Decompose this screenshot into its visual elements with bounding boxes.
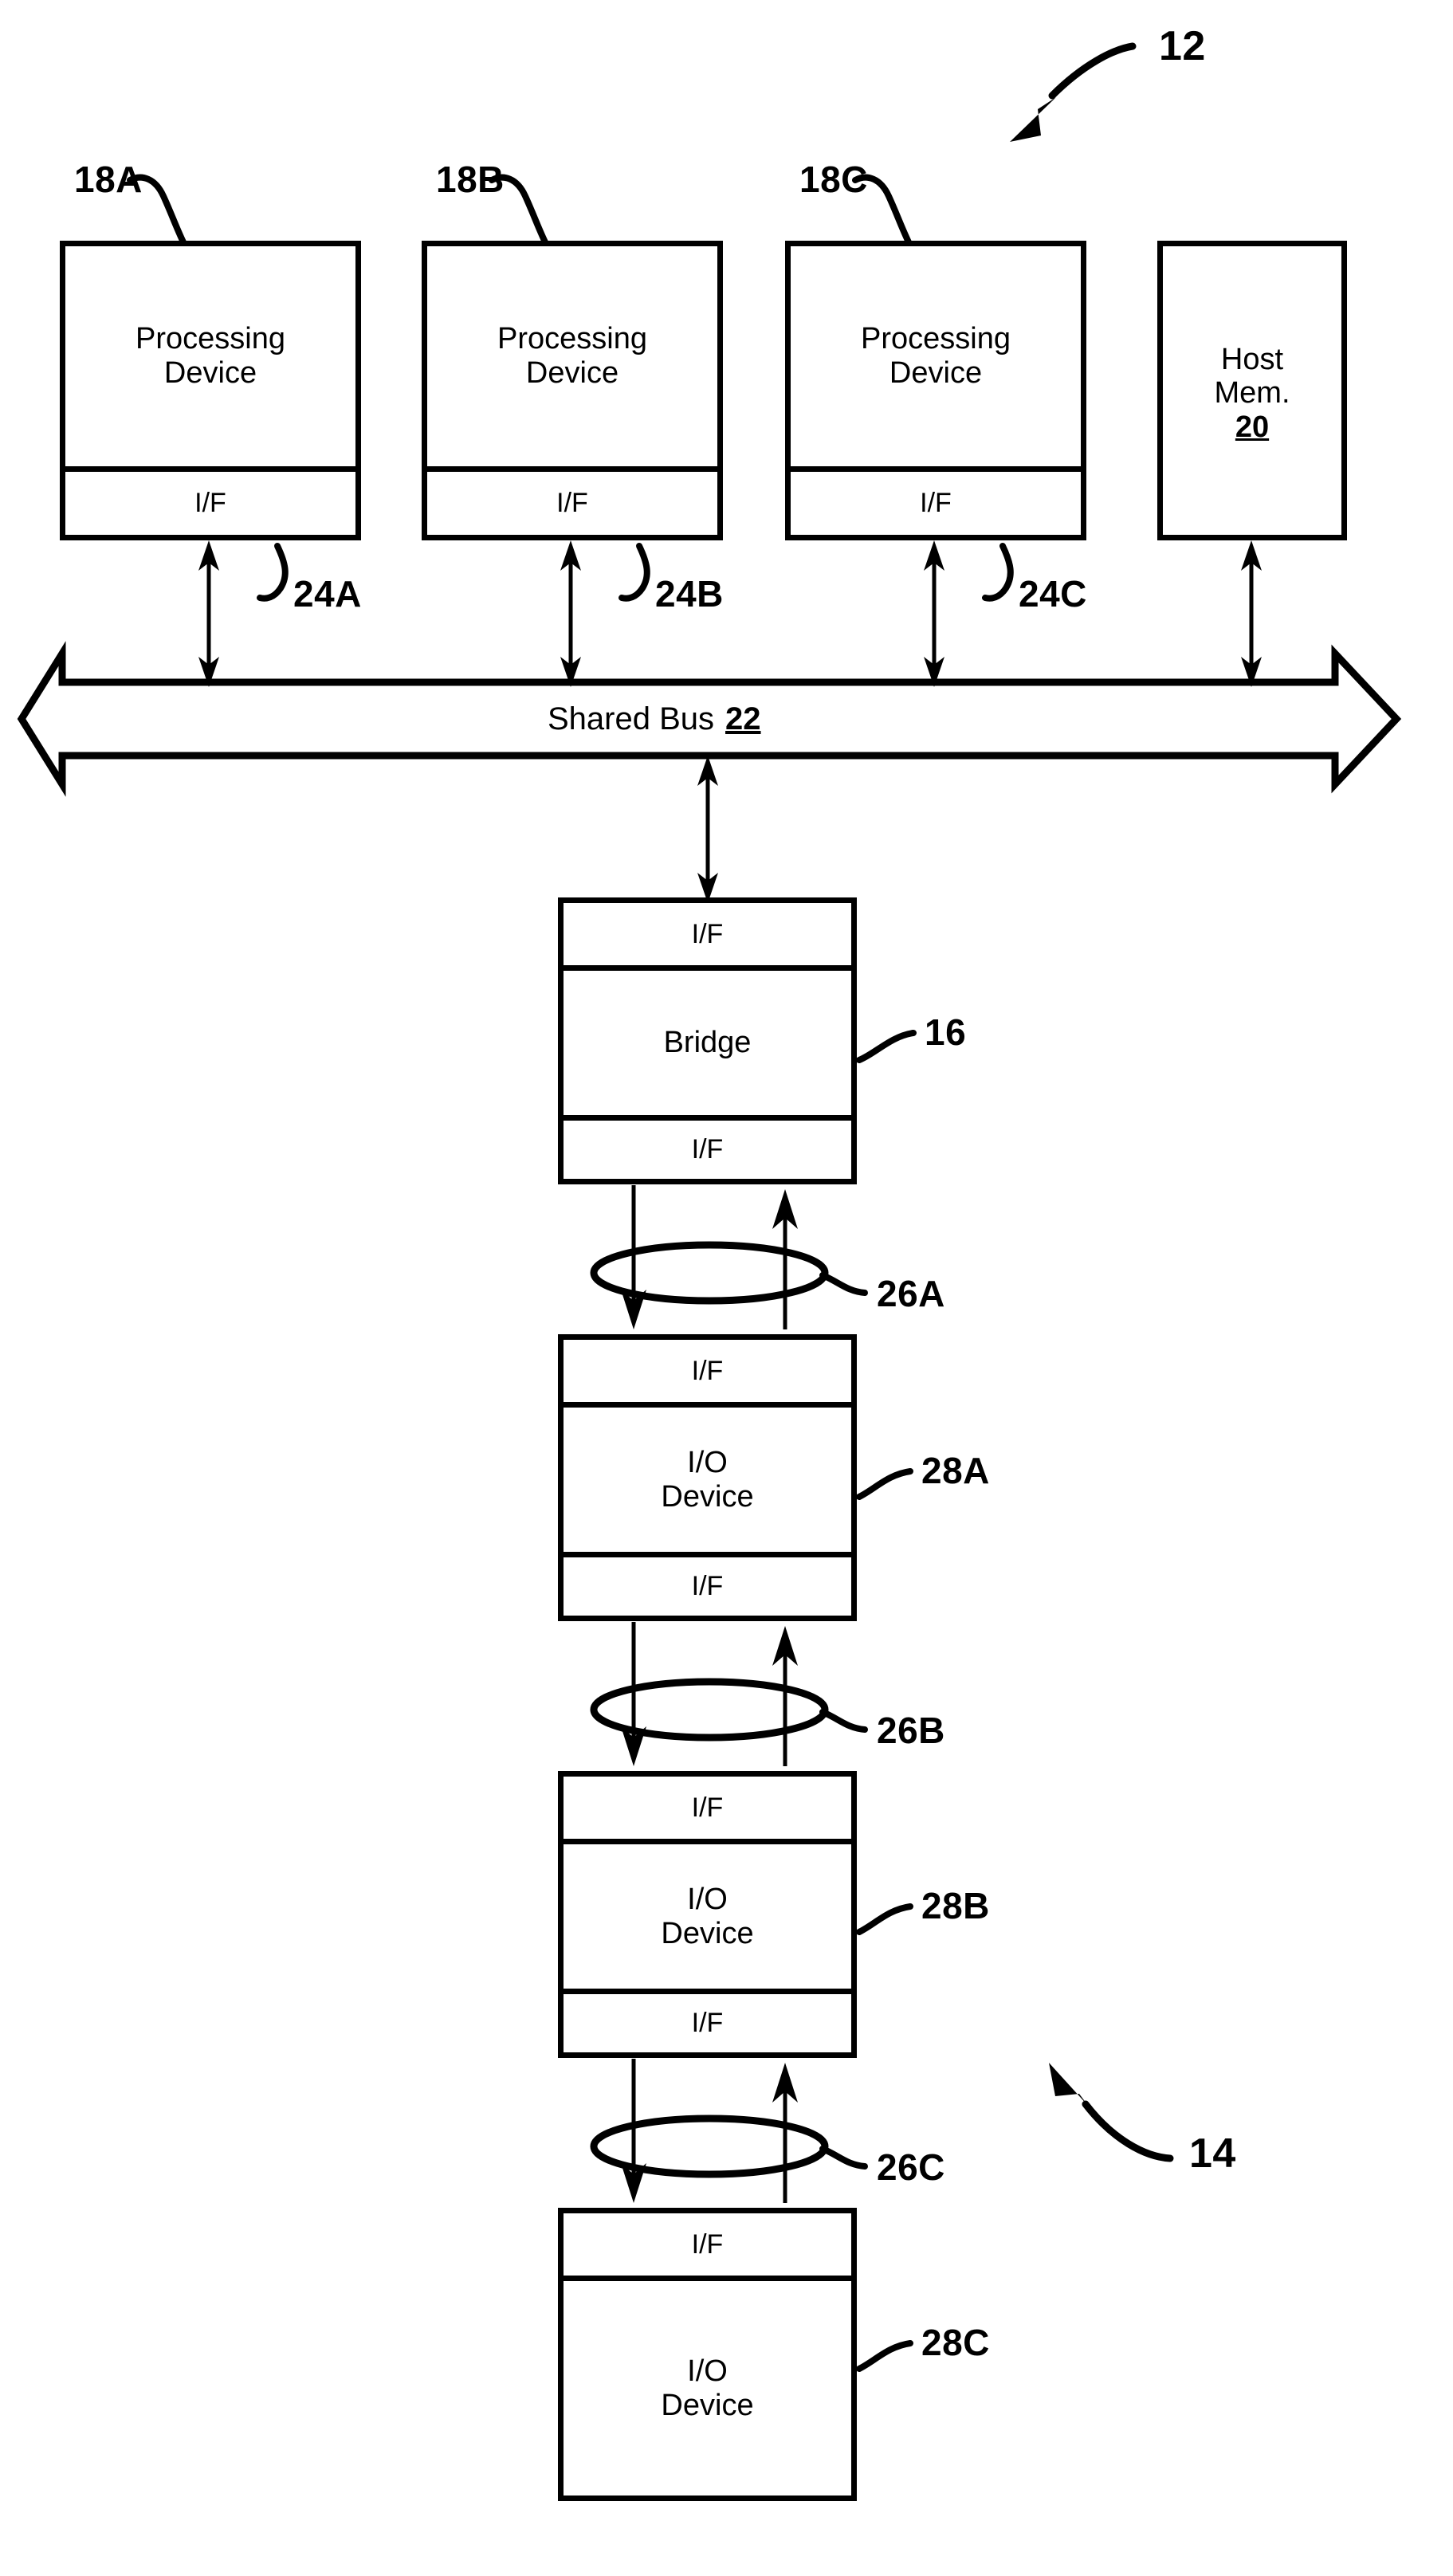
ref-label-peripheral-14: 14 (1189, 2130, 1236, 2177)
bridge-if-top: I/F (691, 918, 724, 949)
io-device-a-divider-top (564, 1402, 851, 1408)
processing-device-box-a[interactable]: Processing Device I/F (60, 241, 361, 540)
host-memory-title: Host Mem. 20 (1163, 246, 1341, 540)
host-memory-box[interactable]: Host Mem. 20 (1157, 241, 1347, 540)
processing-device-c-if-label: I/F (920, 488, 952, 519)
processing-device-a-title-line2: Device (163, 356, 257, 390)
link-26a (590, 1185, 868, 1329)
io-device-b-if-bottom: I/F (691, 2008, 724, 2039)
connector-18b-bus (560, 540, 581, 687)
leader-24a (257, 543, 289, 602)
io-device-box-b[interactable]: I/F I/O Device I/F (558, 1771, 857, 2058)
processing-device-c-divider (791, 466, 1081, 472)
host-memory-line2: Mem. (1214, 376, 1290, 410)
io-device-a-title: I/O Device (564, 1408, 851, 1552)
io-device-c-if-top: I/F (691, 2228, 724, 2260)
connector-hostmem-bus (1241, 540, 1262, 687)
processing-device-b-divider (427, 466, 717, 472)
leader-24b (619, 543, 650, 602)
io-device-b-title: I/O Device (564, 1844, 851, 1989)
ref-label-24b: 24B (655, 573, 724, 615)
shared-bus-label: Shared Bus 22 (548, 701, 761, 737)
connector-bus-bridge (697, 756, 718, 903)
bridge-title: Bridge (663, 1026, 752, 1060)
ref-label-18a: 18A (74, 159, 143, 200)
link-26b (590, 1622, 868, 1766)
ref-label-system-12: 12 (1159, 23, 1206, 69)
processing-device-b-title: Processing Device (427, 246, 717, 466)
shared-bus-label-text: Shared Bus (548, 701, 715, 736)
io-device-box-a[interactable]: I/F I/O Device I/F (558, 1334, 857, 1621)
io-device-a-title-line2: Device (661, 1479, 754, 1514)
bridge-divider-bottom (564, 1115, 851, 1121)
processing-device-box-c[interactable]: Processing Device I/F (785, 241, 1086, 540)
io-device-a-title-line1: I/O (687, 1445, 728, 1479)
ref-label-28b: 28B (921, 1885, 990, 1926)
connector-18c-bus (924, 540, 944, 687)
io-device-box-c[interactable]: I/F I/O Device (558, 2208, 857, 2501)
io-device-b-divider-top (564, 1839, 851, 1844)
io-device-a-if-bottom: I/F (691, 1571, 724, 1602)
shared-bus-ref: 22 (725, 701, 761, 736)
ref-label-24a: 24A (293, 573, 362, 615)
ref-label-26b: 26B (877, 1710, 945, 1751)
bridge-if-bottom: I/F (691, 1134, 724, 1165)
leader-io-28b (856, 1903, 913, 1935)
processing-device-a-if-label: I/F (194, 488, 226, 519)
processing-device-c-title-line1: Processing (861, 322, 1011, 356)
ref-label-28a: 28A (921, 1450, 990, 1491)
ref-label-18c: 18C (799, 159, 868, 200)
io-device-c-divider-top (564, 2276, 851, 2281)
ref-label-24c: 24C (1019, 573, 1087, 615)
io-device-c-title: I/O Device (564, 2281, 851, 2496)
link-26c (590, 2059, 868, 2203)
io-device-c-title-line2: Device (661, 2388, 754, 2422)
io-device-a-divider-bottom (564, 1552, 851, 1557)
processing-device-c-title: Processing Device (791, 246, 1081, 466)
bridge-box[interactable]: I/F Bridge I/F (558, 897, 857, 1184)
processing-device-a-title: Processing Device (65, 246, 355, 466)
processing-device-b-title-line1: Processing (497, 322, 647, 356)
leader-peripheral-14 (1049, 2063, 1174, 2162)
processing-device-a-title-line1: Processing (135, 322, 285, 356)
patent-figure-canvas: 12 14 18A Processing Device I/F 24A 18B … (0, 0, 1453, 2576)
ref-label-26c: 26C (877, 2146, 945, 2188)
processing-device-b-if-label: I/F (556, 488, 588, 519)
leader-io-28a (856, 1468, 913, 1500)
host-memory-ref: 20 (1235, 410, 1270, 444)
processing-device-box-b[interactable]: Processing Device I/F (422, 241, 723, 540)
processing-device-a-divider (65, 466, 355, 472)
io-device-b-title-line2: Device (661, 1916, 754, 1950)
io-device-b-if-top: I/F (691, 1792, 724, 1823)
leader-bridge-16 (856, 1030, 917, 1063)
io-device-b-divider-bottom (564, 1989, 851, 1994)
io-device-a-if-top: I/F (691, 1355, 724, 1386)
processing-device-b-title-line2: Device (525, 356, 619, 390)
ref-label-28c: 28C (921, 2322, 990, 2363)
io-device-b-title-line1: I/O (687, 1882, 728, 1916)
leader-io-28c (856, 2340, 913, 2372)
ref-label-bridge-16: 16 (925, 1011, 967, 1053)
connector-18a-bus (198, 540, 219, 687)
host-memory-line1: Host (1220, 342, 1284, 376)
bridge-divider-top (564, 965, 851, 971)
io-device-c-title-line1: I/O (687, 2354, 728, 2388)
processing-device-c-title-line2: Device (889, 356, 983, 390)
leader-24c (982, 543, 1014, 602)
ref-label-26a: 26A (877, 1273, 945, 1314)
ref-label-18b: 18B (436, 159, 505, 200)
